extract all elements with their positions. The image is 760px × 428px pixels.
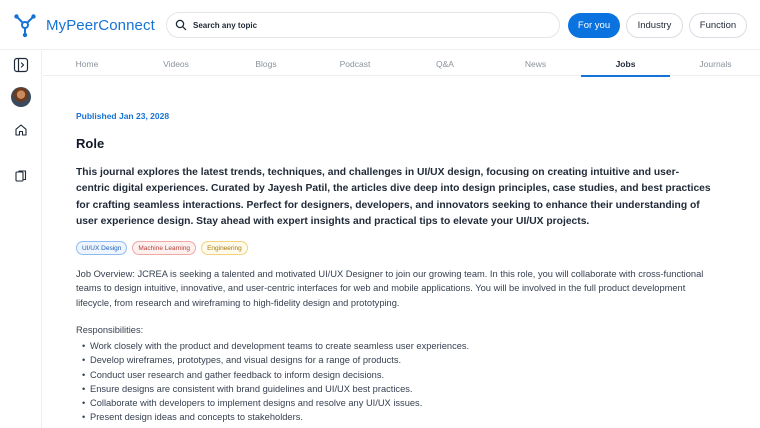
list-item: Work closely with the product and develo… (82, 339, 469, 353)
tab-qa[interactable]: Q&A (401, 51, 489, 76)
article-summary: This journal explores the latest trends,… (76, 167, 711, 227)
tag-list: UI/UX Design Machine Learning Engineerin… (76, 241, 248, 255)
section-tabs: Home Videos Blogs Podcast Q&A News Jobs … (43, 51, 760, 77)
list-item: Develop wireframes, prototypes, and visu… (82, 353, 469, 367)
left-sidebar (0, 51, 42, 428)
tab-journals[interactable]: Journals (671, 51, 760, 76)
tag-ui-ux-design[interactable]: UI/UX Design (76, 241, 128, 255)
peer-network-logo-icon (14, 14, 36, 38)
job-overview: Job Overview: JCREA is seeking a talente… (76, 269, 704, 308)
tab-jobs[interactable]: Jobs (581, 51, 670, 77)
library-icon (15, 170, 27, 182)
active-tab-indicator (581, 75, 670, 77)
search-icon (175, 19, 187, 31)
published-date: Published Jan 23, 2028 (76, 111, 170, 121)
page-title: Role (76, 136, 105, 151)
tab-podcast[interactable]: Podcast (311, 51, 399, 76)
sidebar-library-button[interactable] (10, 165, 32, 187)
home-icon (15, 124, 27, 136)
responsibilities-heading: Responsibilities: (76, 325, 144, 335)
sidebar-toggle-icon (13, 57, 29, 73)
tag-machine-learning[interactable]: Machine Learning (132, 241, 197, 255)
list-item: Conduct user research and gather feedbac… (82, 368, 469, 382)
list-item: Ensure designs are consistent with brand… (82, 382, 469, 396)
tag-engineering[interactable]: Engineering (201, 241, 248, 255)
tab-blogs[interactable]: Blogs (222, 51, 310, 76)
responsibilities-list: Work closely with the product and develo… (82, 339, 469, 425)
top-bar: MyPeerConnect Search any topic For you I… (0, 0, 760, 50)
tab-jobs-label: Jobs (615, 58, 636, 69)
list-item: Present design ideas and concepts to sta… (82, 410, 469, 424)
tab-home[interactable]: Home (43, 51, 131, 76)
sidebar-home-button[interactable] (10, 119, 32, 141)
tab-news[interactable]: News (491, 51, 580, 76)
avatar[interactable] (11, 87, 31, 107)
brand-name: MyPeerConnect (46, 16, 155, 34)
list-item: Collaborate with developers to implement… (82, 396, 469, 410)
brand-logo[interactable]: MyPeerConnect (12, 12, 155, 38)
search-input[interactable]: Search any topic (193, 21, 257, 30)
filter-industry-button[interactable]: Industry (626, 13, 683, 38)
sidebar-toggle-button[interactable] (10, 54, 32, 76)
filter-function-button[interactable]: Function (689, 13, 747, 38)
tab-videos[interactable]: Videos (132, 51, 220, 76)
search-bar[interactable]: Search any topic (166, 12, 560, 38)
filter-for-you-button[interactable]: For you (568, 13, 620, 38)
